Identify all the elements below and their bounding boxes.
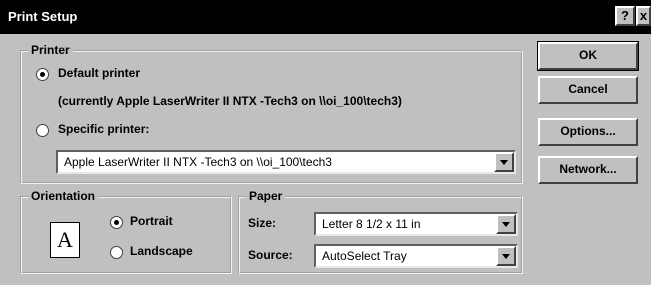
- paper-size-select[interactable]: Letter 8 1/2 x 11 in: [314, 212, 518, 236]
- size-label: Size:: [248, 216, 277, 230]
- help-button[interactable]: ?: [615, 6, 635, 26]
- paper-group: Paper Size: Letter 8 1/2 x 11 in Source:…: [238, 189, 523, 274]
- specific-printer-radio[interactable]: [36, 124, 49, 137]
- current-printer-text: (currently Apple LaserWriter II NTX -Tec…: [58, 94, 402, 108]
- window-title: Print Setup: [8, 9, 78, 24]
- chevron-down-icon[interactable]: [496, 214, 516, 234]
- paper-source-select[interactable]: AutoSelect Tray: [314, 244, 518, 268]
- orientation-group: Orientation A Portrait Landscape: [20, 189, 232, 274]
- paper-source-value: AutoSelect Tray: [322, 249, 407, 263]
- default-printer-label[interactable]: Default printer: [58, 66, 140, 80]
- help-icon: ?: [621, 8, 629, 23]
- print-setup-dialog: Print Setup ? x Printer Default printer …: [0, 0, 651, 285]
- chevron-down-icon[interactable]: [496, 246, 516, 266]
- title-bar: Print Setup ? x: [0, 0, 651, 34]
- ok-button[interactable]: OK: [537, 41, 639, 71]
- landscape-radio[interactable]: [110, 246, 123, 259]
- printer-group-label: Printer: [28, 43, 73, 57]
- network-button[interactable]: Network...: [538, 156, 638, 184]
- cancel-button[interactable]: Cancel: [538, 76, 638, 104]
- close-icon: x: [639, 8, 648, 23]
- printer-group: Printer Default printer (currently Apple…: [20, 43, 523, 184]
- landscape-label[interactable]: Landscape: [130, 244, 193, 258]
- default-printer-radio[interactable]: [36, 68, 49, 81]
- source-label: Source:: [248, 248, 293, 262]
- chevron-down-icon[interactable]: [494, 152, 514, 172]
- specific-printer-select[interactable]: Apple LaserWriter II NTX -Tech3 on \\oi_…: [56, 150, 516, 174]
- options-button[interactable]: Options...: [538, 118, 638, 146]
- portrait-radio[interactable]: [110, 216, 123, 229]
- specific-printer-value: Apple LaserWriter II NTX -Tech3 on \\oi_…: [64, 155, 332, 169]
- portrait-label[interactable]: Portrait: [130, 214, 173, 228]
- page-letter: A: [57, 227, 73, 252]
- paper-size-value: Letter 8 1/2 x 11 in: [322, 217, 421, 231]
- orientation-group-label: Orientation: [28, 189, 99, 203]
- close-button[interactable]: x: [636, 6, 651, 26]
- specific-printer-label[interactable]: Specific printer:: [58, 122, 149, 136]
- portrait-page-icon: A: [50, 222, 80, 258]
- paper-group-label: Paper: [246, 189, 286, 203]
